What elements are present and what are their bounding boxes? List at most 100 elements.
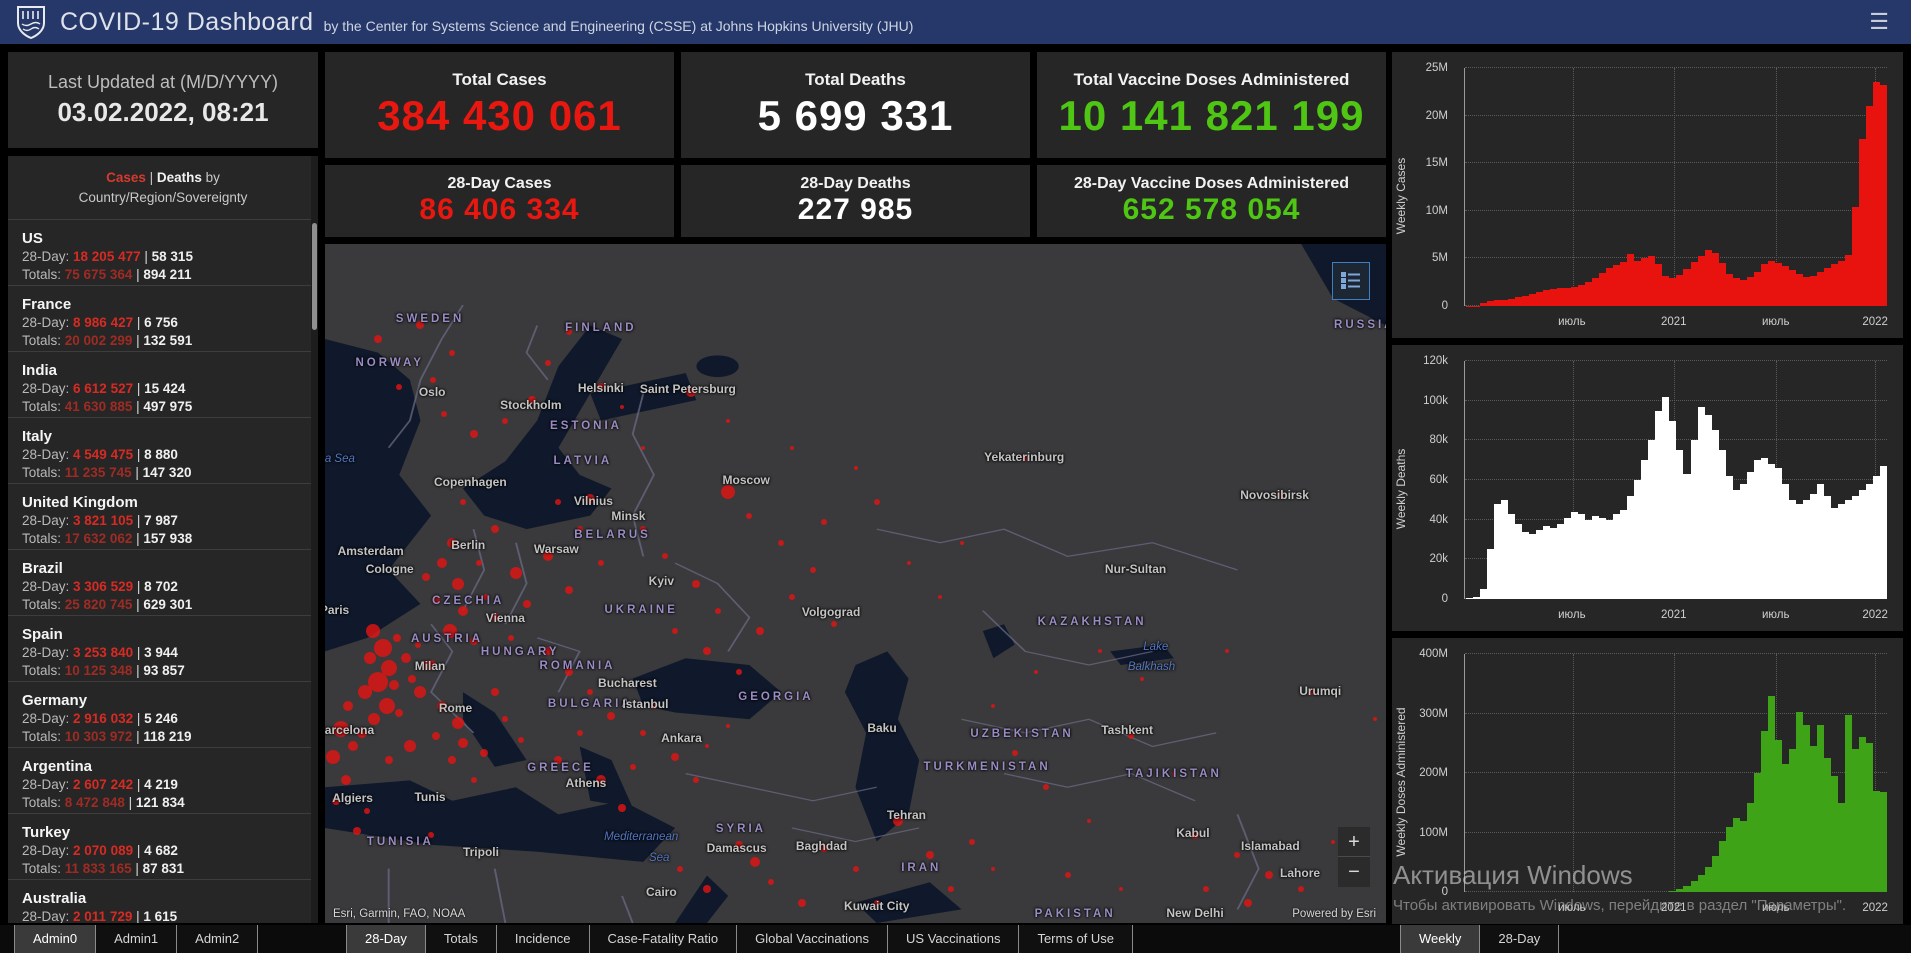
hamburger-menu-icon[interactable]: ☰	[1863, 9, 1895, 35]
case-cluster-dot[interactable]	[508, 635, 514, 641]
case-cluster-dot[interactable]	[1265, 871, 1273, 879]
case-cluster-dot[interactable]	[437, 558, 447, 568]
case-cluster-dot[interactable]	[577, 730, 583, 736]
case-cluster-dot[interactable]	[607, 712, 615, 720]
case-cluster-dot[interactable]	[671, 753, 679, 761]
case-cluster-dot[interactable]	[1140, 677, 1144, 681]
case-cluster-dot[interactable]	[641, 446, 645, 450]
case-cluster-dot[interactable]	[726, 419, 730, 423]
case-cluster-dot[interactable]	[960, 541, 964, 545]
case-cluster-dot[interactable]	[393, 634, 401, 642]
case-cluster-dot[interactable]	[1043, 784, 1049, 790]
case-cluster-dot[interactable]	[491, 688, 499, 696]
country-row[interactable]: United Kingdom28-Day: 3 821 105 | 7 987T…	[8, 483, 318, 549]
case-cluster-dot[interactable]	[677, 866, 683, 872]
case-cluster-dot[interactable]	[1373, 717, 1377, 721]
case-cluster-dot[interactable]	[821, 519, 827, 525]
case-cluster-dot[interactable]	[798, 899, 806, 907]
case-cluster-dot[interactable]	[630, 764, 636, 770]
tab-admin2[interactable]: Admin2	[176, 925, 258, 953]
case-cluster-dot[interactable]	[518, 737, 524, 743]
country-row[interactable]: India28-Day: 6 612 527 | 15 424Totals: 4…	[8, 351, 318, 417]
case-cluster-dot[interactable]	[565, 586, 573, 594]
case-cluster-dot[interactable]	[620, 405, 624, 409]
country-row[interactable]: Australia28-Day: 2 011 729 | 1 615Totals…	[8, 879, 318, 924]
case-cluster-dot[interactable]	[471, 777, 477, 783]
case-cluster-dot[interactable]	[379, 698, 395, 714]
case-cluster-dot[interactable]	[545, 360, 551, 366]
case-cluster-dot[interactable]	[476, 560, 482, 566]
zoom-out-button[interactable]: −	[1338, 857, 1370, 887]
case-cluster-dot[interactable]	[448, 756, 456, 764]
case-cluster-dot[interactable]	[396, 384, 402, 390]
case-cluster-dot[interactable]	[750, 857, 760, 867]
case-cluster-dot[interactable]	[587, 689, 593, 695]
case-cluster-dot[interactable]	[510, 567, 522, 579]
case-cluster-dot[interactable]	[618, 804, 626, 812]
case-cluster-dot[interactable]	[458, 606, 468, 616]
case-cluster-dot[interactable]	[662, 553, 668, 559]
case-cluster-dot[interactable]	[364, 808, 370, 814]
case-cluster-dot[interactable]	[408, 675, 416, 683]
tab-incidence[interactable]: Incidence	[496, 925, 589, 953]
tab-weekly[interactable]: Weekly	[1400, 925, 1479, 953]
case-cluster-dot[interactable]	[703, 647, 711, 655]
case-cluster-dot[interactable]	[948, 886, 954, 892]
case-cluster-dot[interactable]	[991, 704, 995, 708]
case-cluster-dot[interactable]	[460, 499, 466, 505]
case-cluster-dot[interactable]	[831, 621, 837, 627]
case-cluster-dot[interactable]	[1225, 649, 1229, 653]
case-cluster-dot[interactable]	[938, 595, 942, 599]
zoom-in-button[interactable]: +	[1338, 827, 1370, 857]
case-cluster-dot[interactable]	[555, 499, 561, 505]
case-cluster-dot[interactable]	[598, 560, 604, 566]
case-cluster-dot[interactable]	[470, 430, 478, 438]
case-cluster-dot[interactable]	[1065, 872, 1071, 878]
case-cluster-dot[interactable]	[1087, 819, 1091, 823]
case-cluster-dot[interactable]	[341, 775, 351, 785]
case-cluster-dot[interactable]	[726, 724, 730, 728]
country-row[interactable]: US28-Day: 18 205 477 | 58 315Totals: 75 …	[8, 219, 318, 285]
case-cluster-dot[interactable]	[343, 701, 353, 711]
country-list-scrollbar-thumb[interactable]	[312, 223, 317, 330]
case-cluster-dot[interactable]	[1298, 886, 1304, 892]
case-cluster-dot[interactable]	[1244, 899, 1252, 907]
case-cluster-dot[interactable]	[374, 639, 392, 657]
case-cluster-dot[interactable]	[422, 573, 430, 581]
country-row[interactable]: Turkey28-Day: 2 070 089 | 4 682Totals: 1…	[8, 813, 318, 879]
tab-admin0[interactable]: Admin0	[14, 925, 95, 953]
country-row[interactable]: Italy28-Day: 4 549 475 | 8 880Totals: 11…	[8, 417, 318, 483]
tab-case-fatality-ratio[interactable]: Case-Fatality Ratio	[589, 925, 737, 953]
case-cluster-dot[interactable]	[692, 580, 700, 588]
case-cluster-dot[interactable]	[746, 513, 752, 519]
case-cluster-dot[interactable]	[1119, 887, 1123, 891]
tab-us-vaccinations[interactable]: US Vaccinations	[887, 925, 1018, 953]
case-cluster-dot[interactable]	[389, 680, 399, 690]
case-cluster-dot[interactable]	[452, 717, 464, 729]
case-cluster-dot[interactable]	[502, 716, 508, 722]
case-cluster-dot[interactable]	[1034, 670, 1038, 674]
case-cluster-dot[interactable]	[480, 749, 488, 757]
country-row[interactable]: Germany28-Day: 2 916 032 | 5 246Totals: …	[8, 681, 318, 747]
tab-28-day[interactable]: 28-Day	[1479, 925, 1559, 953]
country-row[interactable]: Spain28-Day: 3 253 840 | 3 944Totals: 10…	[8, 615, 318, 681]
case-cluster-dot[interactable]	[693, 777, 699, 783]
case-cluster-dot[interactable]	[452, 578, 464, 590]
case-cluster-dot[interactable]	[1012, 750, 1018, 756]
case-cluster-dot[interactable]	[790, 446, 794, 450]
case-cluster-dot[interactable]	[449, 350, 455, 356]
tab-terms-of-use[interactable]: Terms of Use	[1018, 925, 1133, 953]
case-cluster-dot[interactable]	[703, 885, 711, 893]
case-cluster-dot[interactable]	[810, 567, 816, 573]
case-cluster-dot[interactable]	[353, 827, 361, 835]
case-cluster-dot[interactable]	[326, 750, 340, 764]
world-map[interactable]: SWEDENNORWAYFINLANDESTONIALATVIABELARUSC…	[325, 244, 1386, 923]
country-row[interactable]: Brazil28-Day: 3 306 529 | 8 702Totals: 2…	[8, 549, 318, 615]
case-cluster-dot[interactable]	[874, 499, 880, 505]
case-cluster-dot[interactable]	[640, 730, 646, 736]
case-cluster-dot[interactable]	[430, 377, 436, 383]
case-cluster-dot[interactable]	[969, 839, 975, 845]
case-cluster-dot[interactable]	[374, 335, 382, 343]
country-row[interactable]: Argentina28-Day: 2 607 242 | 4 219Totals…	[8, 747, 318, 813]
case-cluster-dot[interactable]	[991, 867, 995, 871]
